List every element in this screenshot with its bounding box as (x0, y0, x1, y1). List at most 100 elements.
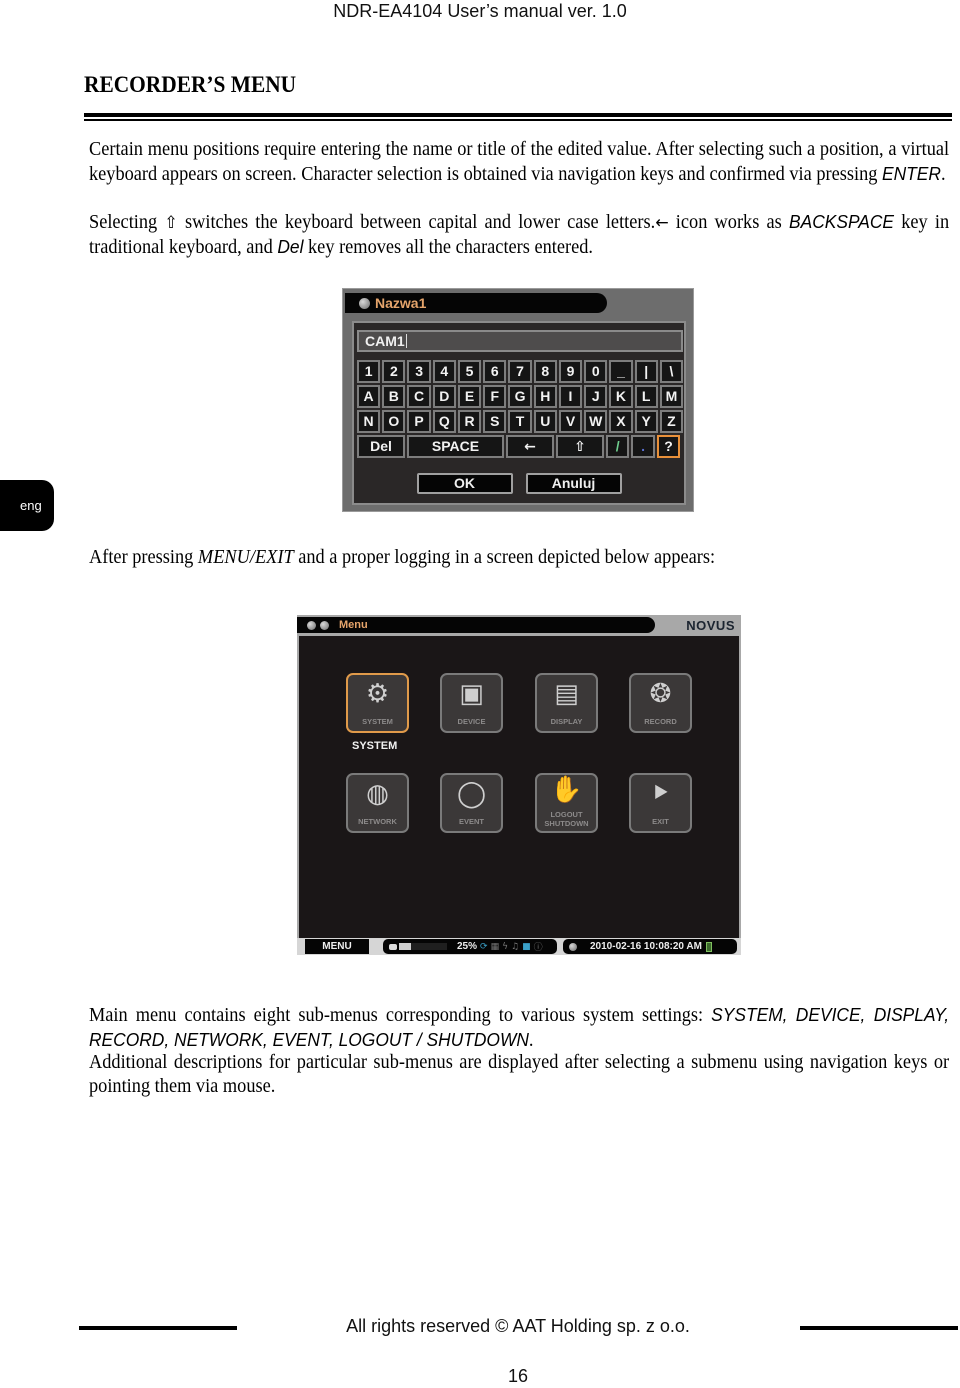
key[interactable]: E (457, 385, 482, 408)
key[interactable]: 5 (457, 360, 482, 383)
key[interactable]: J (584, 385, 608, 408)
menu-title: Menu (339, 619, 368, 631)
dialog-actions: OK Anuluj (354, 473, 684, 494)
key-row-special: Del SPACE ← ⇧ / . ? (357, 435, 685, 460)
text-caret (405, 334, 407, 348)
backspace-arrow-icon: ← (655, 213, 669, 233)
key[interactable]: M (659, 385, 684, 408)
hdd-usage-fill (399, 943, 411, 950)
globe-icon: ◍ (366, 779, 389, 809)
keyboard-body: CAM1 1 2 3 4 5 6 7 8 9 0 _ | \ A B C D E… (352, 321, 686, 505)
key[interactable]: P (407, 410, 431, 433)
section-title: RECORDER’S MENU (84, 72, 297, 97)
space-key[interactable]: SPACE (407, 435, 504, 458)
key[interactable]: 3 (407, 360, 431, 383)
key[interactable]: W (584, 410, 608, 433)
hdd-icon (389, 943, 397, 950)
novus-logo: NOVUS (686, 618, 735, 633)
menu-intro-paragraph: After pressing MENU/EXIT and a proper lo… (89, 547, 716, 568)
title-dot-icon (307, 620, 316, 630)
menu-tile-device[interactable]: ▣ DEVICE (440, 673, 503, 733)
title-dot-icon (359, 297, 370, 309)
lightbulb-icon: ◯ (456, 779, 487, 809)
key[interactable]: 8 (533, 360, 557, 383)
menu-tile-system[interactable]: ⚙ SYSTEM (346, 673, 409, 733)
key[interactable]: S (483, 410, 507, 433)
key[interactable]: 1 (357, 360, 381, 383)
key[interactable]: _ (609, 360, 633, 383)
page-number: 16 (507, 1366, 529, 1386)
battery-icon (705, 941, 712, 952)
menu-tile-event[interactable]: ◯ EVENT (440, 773, 503, 833)
key[interactable]: 9 (558, 360, 583, 383)
menu-tile-display[interactable]: ▤ DISPLAY (535, 673, 598, 733)
exit-door-icon: ⯈ (650, 779, 671, 809)
title-dot-icon (320, 620, 329, 630)
key[interactable]: K (609, 385, 633, 408)
monitor-icon: ▤ (554, 679, 579, 709)
backspace-key[interactable]: ← (506, 435, 554, 458)
shift-icon: ⇧ (574, 439, 586, 455)
key[interactable]: N (357, 410, 381, 433)
key-grid: 1 2 3 4 5 6 7 8 9 0 _ | \ A B C D E F G … (357, 360, 685, 460)
key[interactable]: Z (659, 410, 684, 433)
intro-paragraph-1: Certain menu positions require entering … (89, 139, 950, 185)
backspace-arrow-icon: ← (524, 439, 536, 455)
key[interactable]: I (558, 385, 583, 408)
key[interactable]: C (407, 385, 431, 408)
key[interactable]: V (558, 410, 583, 433)
key[interactable]: Y (634, 410, 658, 433)
key[interactable]: O (382, 410, 406, 433)
network-icon: ▦ (490, 941, 500, 952)
info-icon: ⓘ (533, 943, 543, 953)
key[interactable]: T (508, 410, 532, 433)
key-row: N O P Q R S T U V W X Y Z (357, 410, 685, 435)
key[interactable]: \ (659, 360, 684, 383)
question-key[interactable]: ? (656, 435, 681, 458)
key[interactable]: H (533, 385, 557, 408)
hdd-usage-text: 25% (457, 941, 478, 952)
key[interactable]: 0 (584, 360, 608, 383)
hdd-status: 25% ⟳ ▦ ϟ ♫ ■ ⓘ (383, 939, 557, 954)
key[interactable]: 2 (382, 360, 406, 383)
key[interactable]: 7 (508, 360, 532, 383)
menu-tile-logout-shutdown[interactable]: ✋ LOGOUT SHUTDOWN (535, 773, 598, 833)
key[interactable]: 4 (432, 360, 456, 383)
key[interactable]: B (382, 385, 406, 408)
key[interactable]: U (533, 410, 557, 433)
key[interactable]: F (483, 385, 507, 408)
menu-tile-record[interactable]: ❂ RECORD (629, 673, 692, 733)
language-tab: eng (0, 480, 54, 531)
title-rule (84, 113, 952, 121)
status-menu-button[interactable]: MENU (305, 939, 369, 954)
camera-icon: ▣ (459, 679, 484, 709)
ok-button[interactable]: OK (416, 473, 513, 494)
cancel-button[interactable]: Anuluj (525, 473, 622, 494)
shift-icon: ⇧ (164, 213, 178, 233)
menu-tile-exit[interactable]: ⯈ EXIT (629, 773, 692, 833)
intro-paragraph-2: Selecting ⇧ switches the keyboard betwee… (89, 211, 950, 258)
key[interactable]: G (508, 385, 532, 408)
key-row: 1 2 3 4 5 6 7 8 9 0 _ | \ (357, 360, 685, 385)
bell-icon: ♫ (511, 941, 520, 952)
del-key[interactable]: Del (357, 435, 405, 458)
clock-status: 2010-02-16 10:08:20 AM (563, 939, 737, 954)
key[interactable]: | (634, 360, 658, 383)
key[interactable]: 6 (483, 360, 507, 383)
datetime-display: 2010-02-16 10:08:20 AM (590, 941, 702, 952)
footer-rule-right (800, 1326, 958, 1330)
key[interactable]: A (357, 385, 381, 408)
name-input[interactable]: CAM1 (357, 330, 683, 352)
dot-key[interactable]: . (631, 435, 655, 458)
menu-tile-network[interactable]: ◍ NETWORK (346, 773, 409, 833)
key[interactable]: X (609, 410, 633, 433)
key[interactable]: Q (432, 410, 456, 433)
key-row: A B C D E F G H I J K L M (357, 385, 685, 410)
key[interactable]: L (634, 385, 658, 408)
keys-hand-icon: ✋ (550, 775, 583, 805)
slash-key[interactable]: / (606, 435, 630, 458)
running-header: NDR-EA4104 User’s manual ver. 1.0 (333, 1, 627, 21)
key[interactable]: R (457, 410, 482, 433)
key[interactable]: D (432, 385, 456, 408)
shift-key[interactable]: ⇧ (556, 435, 604, 458)
